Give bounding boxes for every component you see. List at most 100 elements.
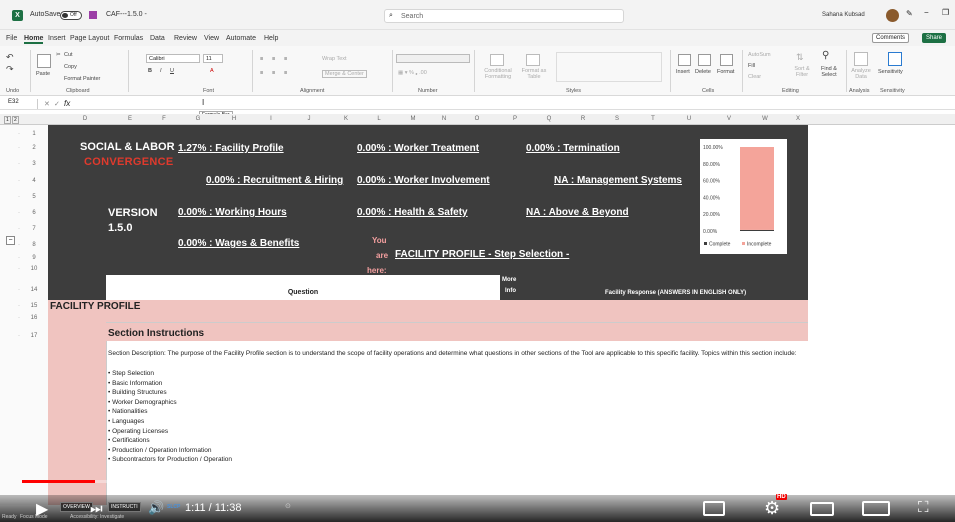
row-header[interactable]: 10 — [26, 266, 42, 272]
row-header[interactable]: 2 — [26, 145, 42, 151]
fullscreen-icon[interactable]: ⛶ — [918, 499, 929, 516]
column-header[interactable]: S — [606, 116, 628, 122]
row-header[interactable]: 17 — [26, 333, 42, 339]
find-select-button[interactable]: Find & Select — [816, 66, 842, 78]
search-box[interactable]: ⌕ Search — [384, 9, 624, 23]
menu-review[interactable]: Review — [174, 35, 197, 42]
column-header[interactable]: T — [640, 116, 666, 122]
format-as-table-icon[interactable] — [526, 54, 540, 66]
chapter-chip-overview[interactable]: OVERVIEW — [60, 502, 93, 512]
collapse-group-button[interactable]: − — [6, 236, 15, 245]
conditional-formatting-button[interactable]: Conditional Formatting — [481, 68, 515, 80]
link-recruitment-hiring[interactable]: 0.00% : Recruitment & Hiring — [206, 175, 343, 186]
copy-button[interactable]: Copy — [64, 64, 77, 70]
link-above-beyond[interactable]: NA : Above & Beyond — [526, 207, 629, 218]
align-top-icon[interactable]: ≡ — [260, 56, 263, 62]
align-middle-icon[interactable]: ≡ — [272, 56, 275, 62]
column-header[interactable]: R — [572, 116, 594, 122]
font-size-select[interactable]: 11 — [203, 54, 223, 63]
paste-button[interactable]: Paste — [36, 71, 50, 77]
column-header[interactable]: L — [368, 116, 390, 122]
save-icon[interactable] — [89, 11, 97, 19]
video-progress-track[interactable] — [22, 480, 932, 483]
row-header[interactable]: 14 — [26, 287, 42, 293]
column-header[interactable]: J — [296, 116, 322, 122]
row-header[interactable]: 6 — [26, 210, 42, 216]
cut-icon[interactable]: ✂ — [56, 52, 61, 58]
link-management-systems[interactable]: NA : Management Systems — [554, 175, 682, 186]
column-header[interactable]: P — [504, 116, 526, 122]
enter-icon[interactable]: ✓ — [54, 100, 60, 108]
menu-data[interactable]: Data — [150, 35, 165, 42]
sort-filter-button[interactable]: Sort & Filter — [789, 66, 815, 78]
column-header[interactable]: I — [258, 116, 284, 122]
bold-icon[interactable]: B — [148, 68, 152, 74]
underline-icon[interactable]: U — [170, 68, 174, 74]
row-header[interactable]: 3 — [26, 161, 42, 167]
insert-button[interactable]: Insert — [676, 69, 690, 75]
delete-button[interactable]: Delete — [695, 69, 711, 75]
clear-button[interactable]: Clear — [748, 74, 761, 80]
align-center-icon[interactable]: ≡ — [272, 70, 275, 76]
column-header[interactable]: K — [334, 116, 358, 122]
menu-formulas[interactable]: Formulas — [114, 35, 143, 42]
row-header[interactable]: 9 — [26, 255, 42, 261]
conditional-formatting-icon[interactable] — [490, 54, 504, 66]
analyze-data-icon[interactable] — [854, 52, 868, 66]
volume-icon[interactable]: 🔊 — [148, 500, 164, 516]
link-termination[interactable]: 0.00% : Termination — [526, 143, 620, 154]
align-bottom-icon[interactable]: ≡ — [284, 56, 287, 62]
menu-page-layout[interactable]: Page Layout — [70, 35, 109, 42]
settings-icon[interactable]: ⚙ — [764, 498, 780, 519]
cancel-icon[interactable]: ✕ — [44, 100, 50, 108]
outline-level-1[interactable]: 1 — [4, 116, 11, 124]
paste-icon[interactable] — [37, 54, 51, 68]
link-working-hours[interactable]: 0.00% : Working Hours — [178, 207, 287, 218]
sensitivity-icon[interactable] — [888, 52, 902, 66]
column-header[interactable]: O — [464, 116, 490, 122]
row-header[interactable]: 1 — [26, 131, 42, 137]
formula-input[interactable] — [80, 99, 950, 109]
menu-insert[interactable]: Insert — [48, 35, 66, 42]
column-header[interactable]: Q — [538, 116, 560, 122]
current-step-link[interactable]: FACILITY PROFILE - Step Selection - — [395, 249, 569, 260]
column-header[interactable]: E — [118, 116, 142, 122]
menu-automate[interactable]: Automate — [226, 35, 256, 42]
font-color-icon[interactable]: A — [210, 68, 214, 74]
menu-home[interactable]: Home — [24, 35, 44, 44]
format-cells-icon[interactable] — [720, 54, 733, 66]
autosave-toggle[interactable]: Off — [60, 11, 82, 20]
format-button[interactable]: Format — [717, 69, 734, 75]
row-header[interactable]: 15 — [26, 303, 42, 309]
link-worker-treatment[interactable]: 0.00% : Worker Treatment — [357, 143, 479, 154]
minimize-icon[interactable]: − — [924, 8, 929, 17]
autosum-button[interactable]: AutoSum — [748, 52, 771, 58]
status-focus-mode[interactable]: Focus Mode — [20, 514, 48, 520]
status-accessibility[interactable]: Accessibility: Investigate — [70, 514, 124, 520]
column-header[interactable]: V — [716, 116, 742, 122]
link-health-safety[interactable]: 0.00% : Health & Safety — [357, 207, 468, 218]
number-format-select[interactable] — [396, 54, 470, 63]
row-header[interactable]: 7 — [26, 226, 42, 232]
pen-icon[interactable]: ✎ — [906, 9, 913, 18]
function-icon[interactable]: fx — [64, 99, 70, 108]
column-header[interactable]: G — [186, 116, 210, 122]
merge-center-button[interactable]: Merge & Center — [322, 70, 367, 78]
column-header[interactable]: U — [676, 116, 702, 122]
align-left-icon[interactable]: ≡ — [260, 70, 263, 76]
restore-icon[interactable]: ❐ — [942, 8, 949, 17]
avatar[interactable] — [886, 9, 899, 22]
link-facility-profile[interactable]: 1.27% : Facility Profile — [178, 143, 284, 154]
number-format-icons[interactable]: ▦ ▾ % ❟ .00 — [398, 70, 427, 77]
subtitles-icon[interactable] — [703, 501, 725, 516]
menu-help[interactable]: Help — [264, 35, 278, 42]
column-header[interactable]: X — [788, 116, 808, 122]
cell-styles-gallery[interactable] — [556, 52, 662, 82]
redo-icon[interactable]: ↷ — [6, 64, 14, 75]
wrap-text-button[interactable]: Wrap Text — [322, 56, 347, 62]
format-painter-button[interactable]: Format Painter — [64, 76, 100, 82]
link-worker-involvement[interactable]: 0.00% : Worker Involvement — [357, 175, 490, 186]
chapter-chip-slcp[interactable]: SLCP — [167, 504, 180, 510]
comments-button[interactable]: Comments — [872, 33, 910, 43]
sensitivity-button[interactable]: Sensitivity — [878, 69, 903, 75]
